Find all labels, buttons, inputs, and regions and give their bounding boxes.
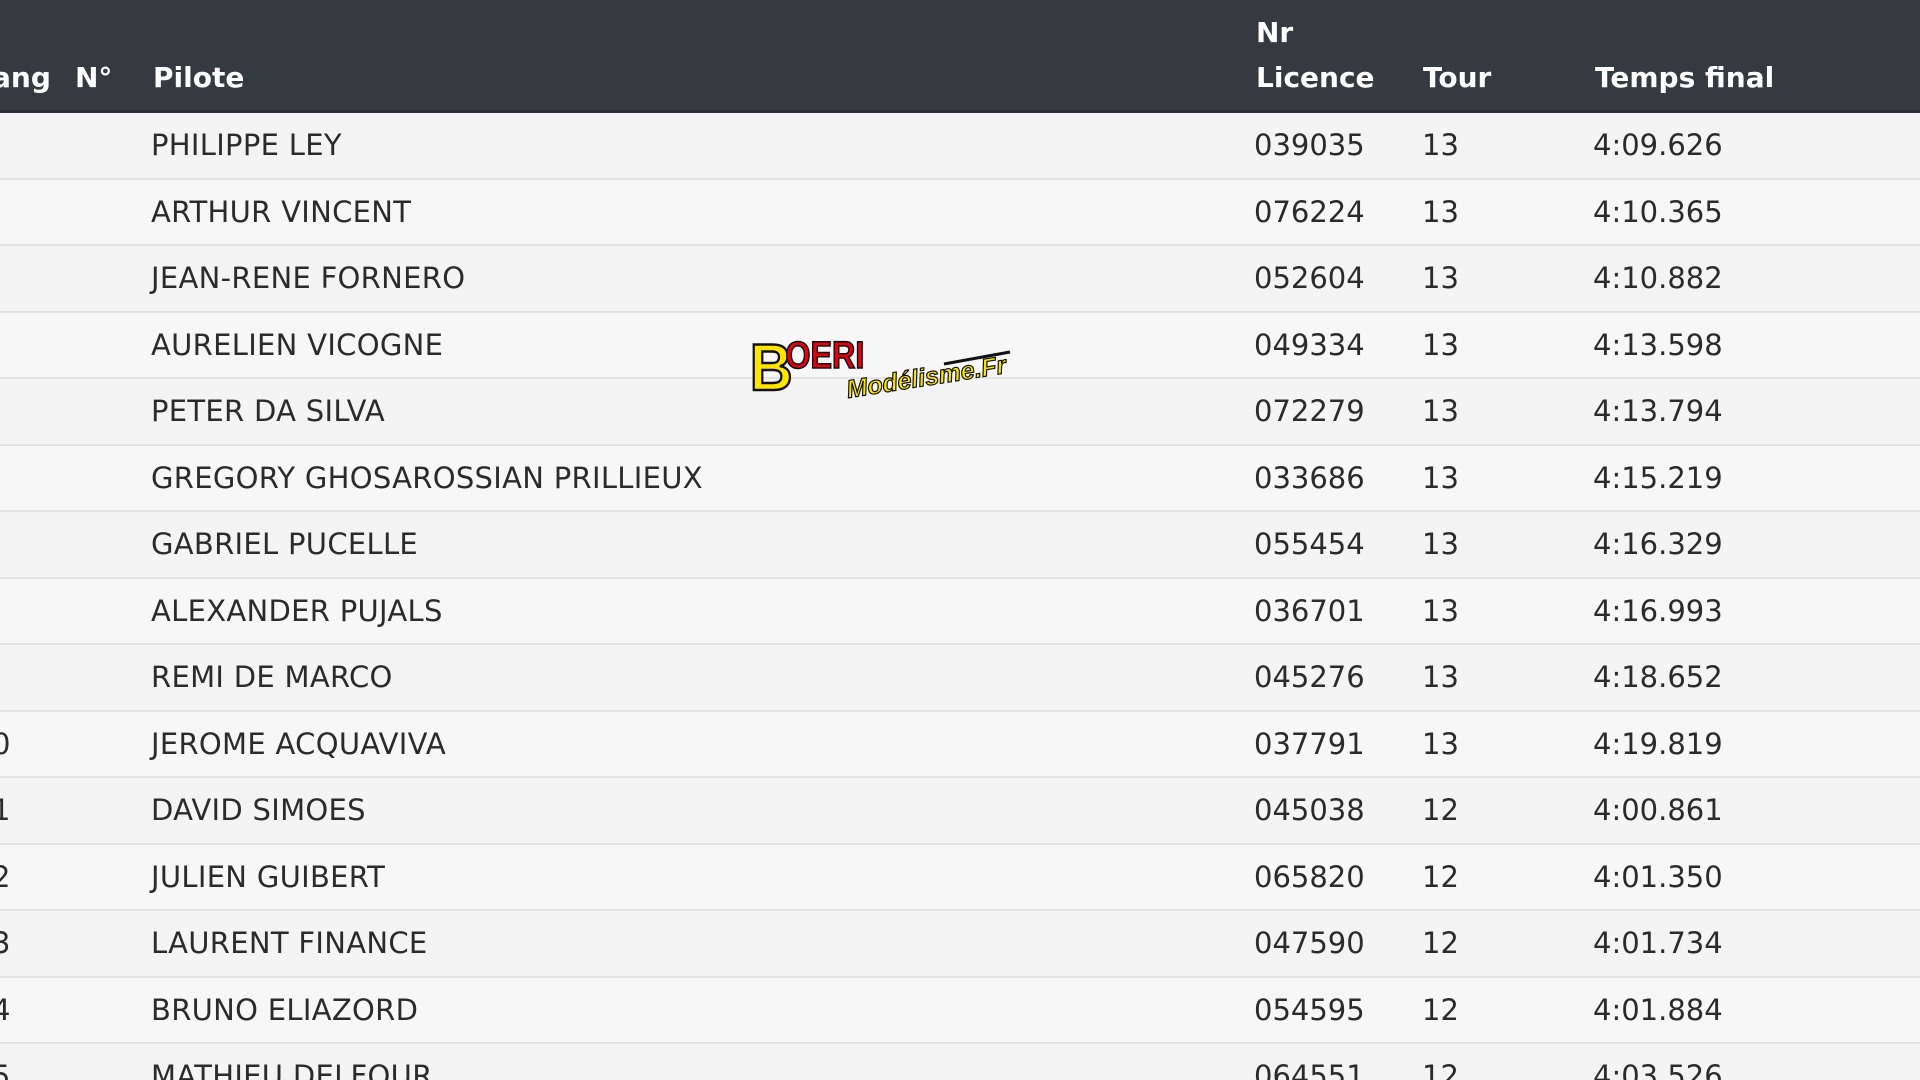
cell-temps-final: 4:10.882 xyxy=(1593,261,1723,295)
table-row[interactable]: PHILIPPE LEY 039035 13 4:09.626 xyxy=(0,113,1920,180)
boeri-modelisme-logo: B OERI Modélisme.Fr xyxy=(749,330,1011,406)
cell-rang: 4 xyxy=(0,992,11,1027)
header-licence-line1: Nr xyxy=(1256,16,1294,49)
header-temps-final[interactable]: Temps final xyxy=(1595,56,1774,100)
cell-licence: 052604 xyxy=(1254,261,1365,295)
cell-licence: 036701 xyxy=(1254,593,1365,628)
cell-tour: 13 xyxy=(1422,460,1459,495)
cell-temps-final: 4:09.626 xyxy=(1593,128,1723,162)
cell-pilote: GABRIEL PUCELLE xyxy=(151,527,419,561)
cell-licence: 039035 xyxy=(1254,128,1365,162)
cell-tour: 13 xyxy=(1422,593,1459,628)
logo-small-text: Modélisme.Fr xyxy=(845,351,1010,404)
cell-licence: 065820 xyxy=(1254,859,1365,894)
table-row[interactable]: 3 LAURENT FINANCE 047590 12 4:01.734 xyxy=(0,911,1920,978)
cell-pilote: REMI DE MARCO xyxy=(151,660,393,694)
header-pilote[interactable]: Pilote xyxy=(153,56,244,100)
cell-tour: 12 xyxy=(1422,992,1459,1027)
cell-licence: 037791 xyxy=(1254,726,1365,761)
cell-tour: 13 xyxy=(1422,194,1459,229)
cell-rang: 2 xyxy=(0,859,11,894)
cell-tour: 13 xyxy=(1422,261,1459,295)
table-row[interactable]: GABRIEL PUCELLE 055454 13 4:16.329 xyxy=(0,512,1920,579)
cell-rang: 5 xyxy=(0,1059,11,1080)
cell-licence: 045038 xyxy=(1254,793,1365,827)
cell-licence: 072279 xyxy=(1254,394,1365,428)
cell-licence: 049334 xyxy=(1254,327,1365,362)
cell-temps-final: 4:16.329 xyxy=(1593,527,1723,561)
cell-licence: 045276 xyxy=(1254,660,1365,694)
table-row[interactable]: ALEXANDER PUJALS 036701 13 4:16.993 xyxy=(0,578,1920,645)
cell-tour: 13 xyxy=(1422,128,1459,162)
table-row[interactable]: GREGORY GHOSAROSSIAN PRILLIEUX 033686 13 4:… xyxy=(0,445,1920,512)
cell-pilote: BRUNO ELIAZORD xyxy=(151,992,419,1027)
cell-tour: 12 xyxy=(1422,1059,1459,1080)
cell-temps-final: 4:01.734 xyxy=(1593,926,1723,960)
table-header: ang N° Pilote Nr Licence Tour Temps fina… xyxy=(0,0,1920,113)
cell-rang: 0 xyxy=(0,726,11,761)
cell-licence: 047590 xyxy=(1254,926,1365,960)
cell-tour: 13 xyxy=(1422,394,1459,428)
header-licence[interactable]: Nr Licence xyxy=(1256,10,1375,100)
cell-tour: 13 xyxy=(1422,726,1459,761)
table-row[interactable]: REMI DE MARCO 045276 13 4:18.652 xyxy=(0,645,1920,712)
cell-temps-final: 4:01.884 xyxy=(1593,992,1723,1027)
cell-pilote: LAURENT FINANCE xyxy=(151,926,428,960)
cell-temps-final: 4:00.861 xyxy=(1593,793,1723,827)
cell-temps-final: 4:03.526 xyxy=(1593,1059,1723,1080)
cell-temps-final: 4:10.365 xyxy=(1593,194,1723,229)
cell-pilote: AURELIEN VICOGNE xyxy=(151,327,444,362)
cell-licence: 064551 xyxy=(1254,1059,1365,1080)
cell-licence: 055454 xyxy=(1254,527,1365,561)
cell-tour: 13 xyxy=(1422,527,1459,561)
cell-pilote: ALEXANDER PUJALS xyxy=(151,593,443,628)
table-row[interactable]: 2 JULIEN GUIBERT 065820 12 4:01.350 xyxy=(0,844,1920,911)
cell-temps-final: 4:01.350 xyxy=(1593,859,1723,894)
cell-pilote: DAVID SIMOES xyxy=(151,793,366,827)
cell-licence: 033686 xyxy=(1254,460,1365,495)
header-licence-line2: Licence xyxy=(1256,61,1375,94)
table-row[interactable]: 5 MATHIEU DELFOUR 064551 12 4:03.526 xyxy=(0,1044,1920,1080)
cell-pilote: ARTHUR VINCENT xyxy=(151,194,412,229)
cell-pilote: GREGORY GHOSAROSSIAN PRILLIEUX xyxy=(151,460,703,495)
header-tour[interactable]: Tour xyxy=(1423,56,1491,100)
cell-tour: 13 xyxy=(1422,327,1459,362)
cell-tour: 12 xyxy=(1422,926,1459,960)
results-table: ang N° Pilote Nr Licence Tour Temps fina… xyxy=(0,0,1920,1080)
table-row[interactable]: 1 DAVID SIMOES 045038 12 4:00.861 xyxy=(0,778,1920,845)
table-body: PHILIPPE LEY 039035 13 4:09.626 ARTHUR VINCE… xyxy=(0,113,1920,1080)
cell-tour: 13 xyxy=(1422,660,1459,694)
cell-rang: 1 xyxy=(0,793,11,827)
cell-pilote: JEAN-RENE FORNERO xyxy=(151,261,466,295)
cell-rang: 3 xyxy=(0,926,11,960)
svg-text:OERI: OERI xyxy=(785,335,864,377)
cell-licence: 054595 xyxy=(1254,992,1365,1027)
cell-pilote: PHILIPPE LEY xyxy=(151,128,342,162)
cell-licence: 076224 xyxy=(1254,194,1365,229)
cell-pilote: MATHIEU DELFOUR xyxy=(151,1059,433,1080)
cell-temps-final: 4:13.598 xyxy=(1593,327,1723,362)
cell-pilote: JEROME ACQUAVIVA xyxy=(151,726,447,761)
cell-temps-final: 4:18.652 xyxy=(1593,660,1723,694)
cell-temps-final: 4:13.794 xyxy=(1593,394,1723,428)
cell-pilote: PETER DA SILVA xyxy=(151,394,386,428)
cell-temps-final: 4:16.993 xyxy=(1593,593,1723,628)
cell-tour: 12 xyxy=(1422,859,1459,894)
table-row[interactable]: 0 JEROME ACQUAVIVA 037791 13 4:19.819 xyxy=(0,711,1920,778)
header-numero[interactable]: N° xyxy=(75,56,112,100)
table-row[interactable]: JEAN-RENE FORNERO 052604 13 4:10.882 xyxy=(0,246,1920,313)
table-row[interactable]: 4 BRUNO ELIAZORD 054595 12 4:01.884 xyxy=(0,977,1920,1044)
cell-temps-final: 4:19.819 xyxy=(1593,726,1723,761)
cell-pilote: JULIEN GUIBERT xyxy=(151,859,386,894)
cell-tour: 12 xyxy=(1422,793,1459,827)
cell-temps-final: 4:15.219 xyxy=(1593,460,1723,495)
header-rang[interactable]: ang xyxy=(0,56,51,100)
table-row[interactable]: ARTHUR VINCENT 076224 13 4:10.365 xyxy=(0,179,1920,246)
